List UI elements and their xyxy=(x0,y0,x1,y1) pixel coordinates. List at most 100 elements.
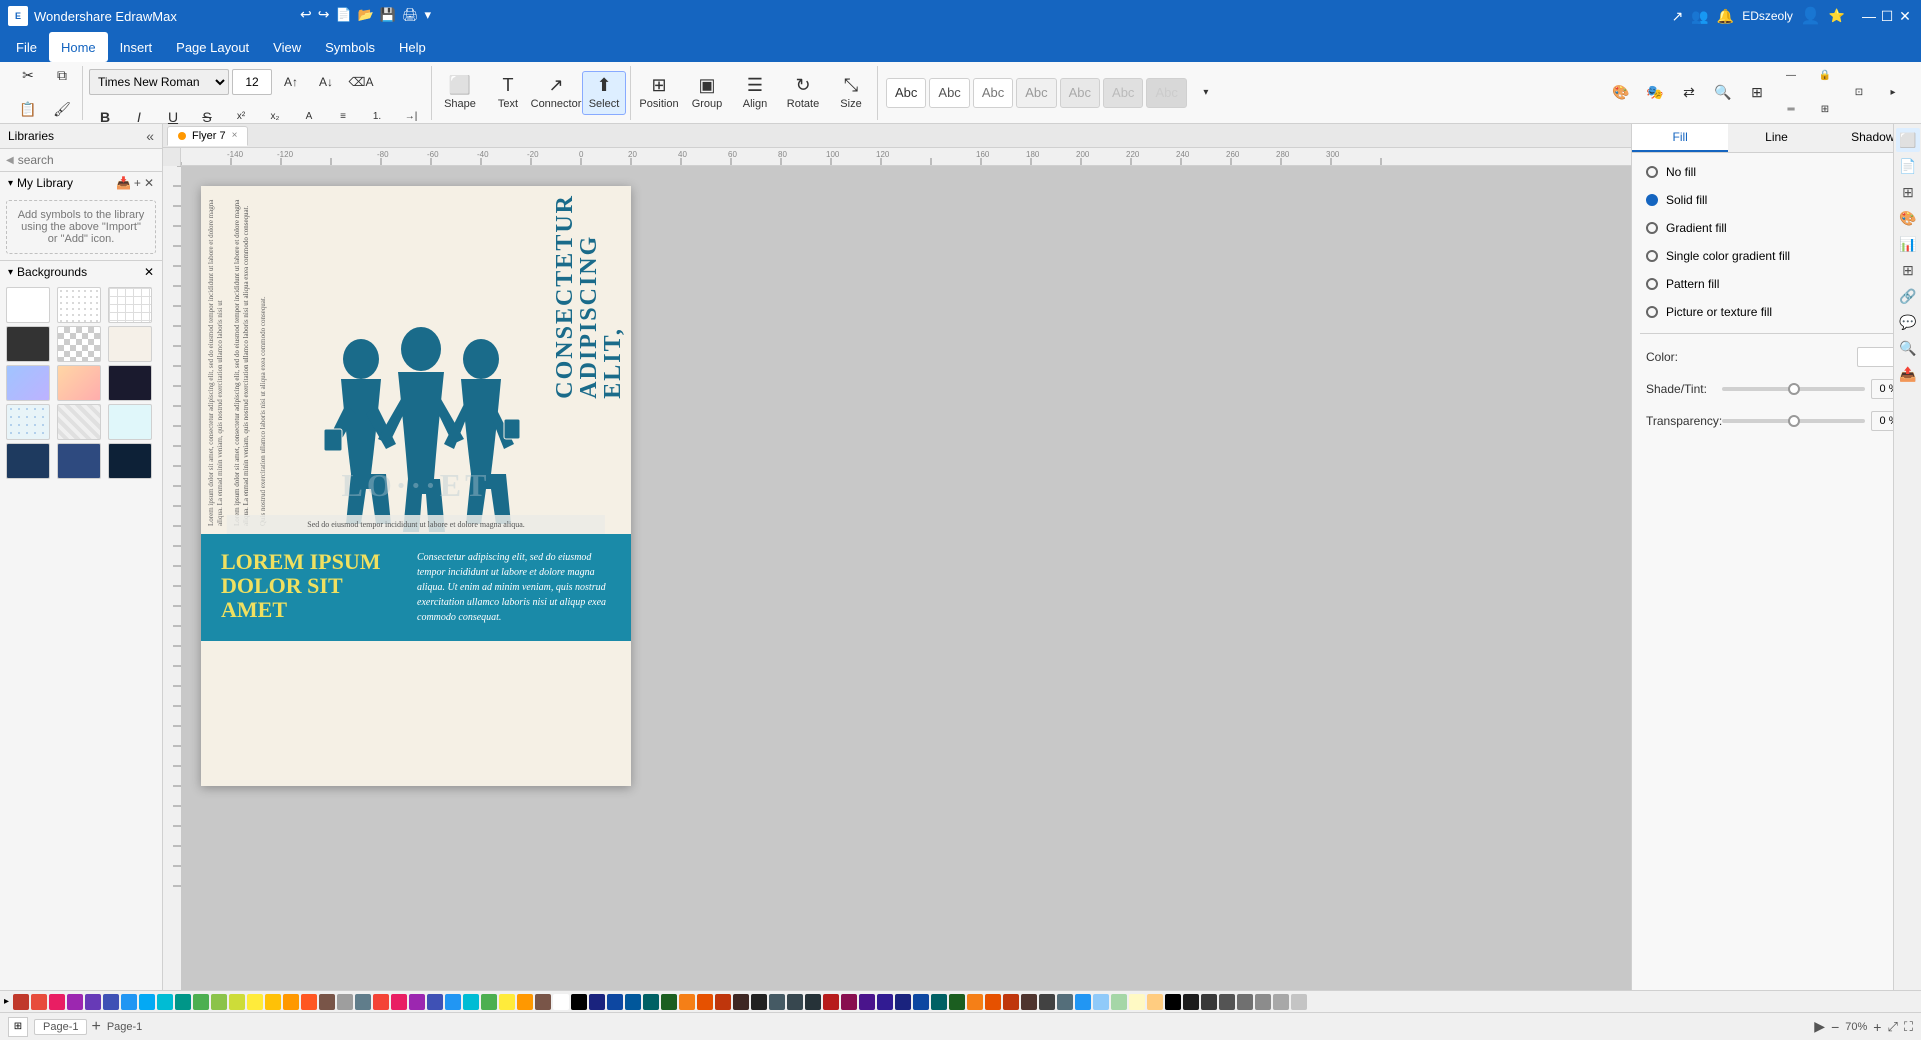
menu-help[interactable]: Help xyxy=(387,32,438,62)
canvas-container[interactable]: Lorem ipsum dolor sit amet, consectetur … xyxy=(181,166,1631,990)
single-color-gradient-option[interactable]: Single color gradient fill xyxy=(1640,245,1913,267)
font-size-input[interactable] xyxy=(232,69,272,95)
palette-color-27[interactable] xyxy=(499,994,515,1010)
extra-btn[interactable]: ⊡ xyxy=(1843,77,1875,109)
fill-color-btn[interactable]: 🎨 xyxy=(1605,77,1637,109)
menu-page-layout[interactable]: Page Layout xyxy=(164,32,261,62)
add-page-btn[interactable]: + xyxy=(91,1019,100,1035)
replace-btn[interactable]: ⇄ xyxy=(1673,77,1705,109)
zoom-out-btn[interactable]: − xyxy=(1831,1019,1839,1035)
design-canvas[interactable]: Lorem ipsum dolor sit amet, consectetur … xyxy=(201,186,631,786)
bg-stripes[interactable] xyxy=(57,404,101,440)
palette-color-29[interactable] xyxy=(535,994,551,1010)
page-icon-btn[interactable]: 📄 xyxy=(1896,154,1920,178)
palette-color-35[interactable] xyxy=(643,994,659,1010)
palette-color-42[interactable] xyxy=(769,994,785,1010)
zoom-in-btn[interactable]: + xyxy=(1873,1019,1881,1035)
more-options-btn[interactable]: ⊞ xyxy=(1809,94,1841,126)
palette-color-59[interactable] xyxy=(1075,994,1091,1010)
menu-file[interactable]: File xyxy=(4,32,49,62)
palette-color-11[interactable] xyxy=(211,994,227,1010)
palette-color-67[interactable] xyxy=(1219,994,1235,1010)
palette-color-16[interactable] xyxy=(301,994,317,1010)
line-style-btn[interactable]: — xyxy=(1775,60,1807,92)
palette-color-47[interactable] xyxy=(859,994,875,1010)
format-painter-btn[interactable]: 🖌 xyxy=(46,94,78,126)
bg-white[interactable] xyxy=(6,287,50,323)
palette-color-19[interactable] xyxy=(355,994,371,1010)
bg-dark[interactable] xyxy=(6,326,50,362)
share-icon[interactable]: ↗ xyxy=(1672,8,1684,25)
menu-home[interactable]: Home xyxy=(49,32,108,62)
palette-color-37[interactable] xyxy=(679,994,695,1010)
style-abc-2[interactable]: Abc xyxy=(929,78,969,108)
line-weight-btn[interactable]: ═ xyxy=(1775,94,1807,126)
size-btn[interactable]: ⤡ Size xyxy=(829,71,873,115)
palette-color-50[interactable] xyxy=(913,994,929,1010)
palette-color-12[interactable] xyxy=(229,994,245,1010)
fullscreen-btn[interactable]: ⛶ xyxy=(1904,1019,1913,1035)
palette-color-53[interactable] xyxy=(967,994,983,1010)
palette-color-22[interactable] xyxy=(409,994,425,1010)
bg-dark-blue-1[interactable] xyxy=(6,443,50,479)
fill-icon-btn[interactable]: ⬜ xyxy=(1896,128,1920,152)
palette-color-0[interactable] xyxy=(13,994,29,1010)
export-icon-btn[interactable]: 📤 xyxy=(1896,362,1920,386)
palette-color-9[interactable] xyxy=(175,994,191,1010)
canvas-scroll-area[interactable]: Lorem ipsum dolor sit amet, consectetur … xyxy=(163,166,1631,990)
palette-color-4[interactable] xyxy=(85,994,101,1010)
palette-color-17[interactable] xyxy=(319,994,335,1010)
library-collapse-icon[interactable]: « xyxy=(146,128,154,144)
palette-color-54[interactable] xyxy=(985,994,1001,1010)
zoom-icon-btn[interactable]: 🔍 xyxy=(1896,336,1920,360)
page-1-tab[interactable]: Page-1 xyxy=(34,1019,87,1035)
grid-toggle-btn[interactable]: ⊞ xyxy=(8,1017,28,1037)
palette-color-63[interactable] xyxy=(1147,994,1163,1010)
palette-color-68[interactable] xyxy=(1237,994,1253,1010)
palette-color-28[interactable] xyxy=(517,994,533,1010)
palette-color-56[interactable] xyxy=(1021,994,1037,1010)
decrease-font-btn[interactable]: A↓ xyxy=(310,66,342,98)
bg-cyan[interactable] xyxy=(108,404,152,440)
pattern-fill-option[interactable]: Pattern fill xyxy=(1640,273,1913,295)
bg-dark-blue-2[interactable] xyxy=(57,443,101,479)
shape-tool-btn[interactable]: ⬜ Shape xyxy=(438,71,482,115)
no-fill-option[interactable]: No fill xyxy=(1640,161,1913,183)
palette-color-8[interactable] xyxy=(157,994,173,1010)
palette-color-69[interactable] xyxy=(1255,994,1271,1010)
text-tool-btn[interactable]: T Text xyxy=(486,71,530,115)
bg-grad2[interactable] xyxy=(57,365,101,401)
palette-color-14[interactable] xyxy=(265,994,281,1010)
copy-btn[interactable]: ⧉ xyxy=(46,60,78,92)
palette-color-64[interactable] xyxy=(1165,994,1181,1010)
palette-color-18[interactable] xyxy=(337,994,353,1010)
canvas-area[interactable]: Flyer 7 × -140 -120 -80 -60 xyxy=(163,124,1631,990)
select-tool-btn[interactable]: ⬆ Select xyxy=(582,71,626,115)
palette-color-49[interactable] xyxy=(895,994,911,1010)
palette-color-26[interactable] xyxy=(481,994,497,1010)
palette-color-25[interactable] xyxy=(463,994,479,1010)
palette-color-21[interactable] xyxy=(391,994,407,1010)
connector-tool-btn[interactable]: ↗ Connector xyxy=(534,71,578,115)
panel-toggle-btn[interactable]: ▸ xyxy=(1877,77,1909,109)
palette-color-71[interactable] xyxy=(1291,994,1307,1010)
group-btn[interactable]: ▣ Group xyxy=(685,71,729,115)
bg-blue-dots[interactable] xyxy=(6,404,50,440)
palette-color-66[interactable] xyxy=(1201,994,1217,1010)
palette-color-7[interactable] xyxy=(139,994,155,1010)
backgrounds-header[interactable]: ▾ Backgrounds ✕ xyxy=(0,260,162,283)
fill-tab[interactable]: Fill xyxy=(1632,124,1728,152)
palette-color-6[interactable] xyxy=(121,994,137,1010)
new-btn[interactable]: 📄 xyxy=(335,7,351,23)
style-abc-7[interactable]: Abc xyxy=(1146,78,1186,108)
comment-icon-btn[interactable]: 💬 xyxy=(1896,310,1920,334)
palette-color-61[interactable] xyxy=(1111,994,1127,1010)
palette-color-41[interactable] xyxy=(751,994,767,1010)
palette-color-65[interactable] xyxy=(1183,994,1199,1010)
gradient-fill-option[interactable]: Gradient fill xyxy=(1640,217,1913,239)
bg-light-dots[interactable] xyxy=(57,287,101,323)
palette-color-3[interactable] xyxy=(67,994,83,1010)
palette-color-45[interactable] xyxy=(823,994,839,1010)
maximize-btn[interactable]: ☐ xyxy=(1879,8,1895,24)
increase-font-btn[interactable]: A↑ xyxy=(275,66,307,98)
